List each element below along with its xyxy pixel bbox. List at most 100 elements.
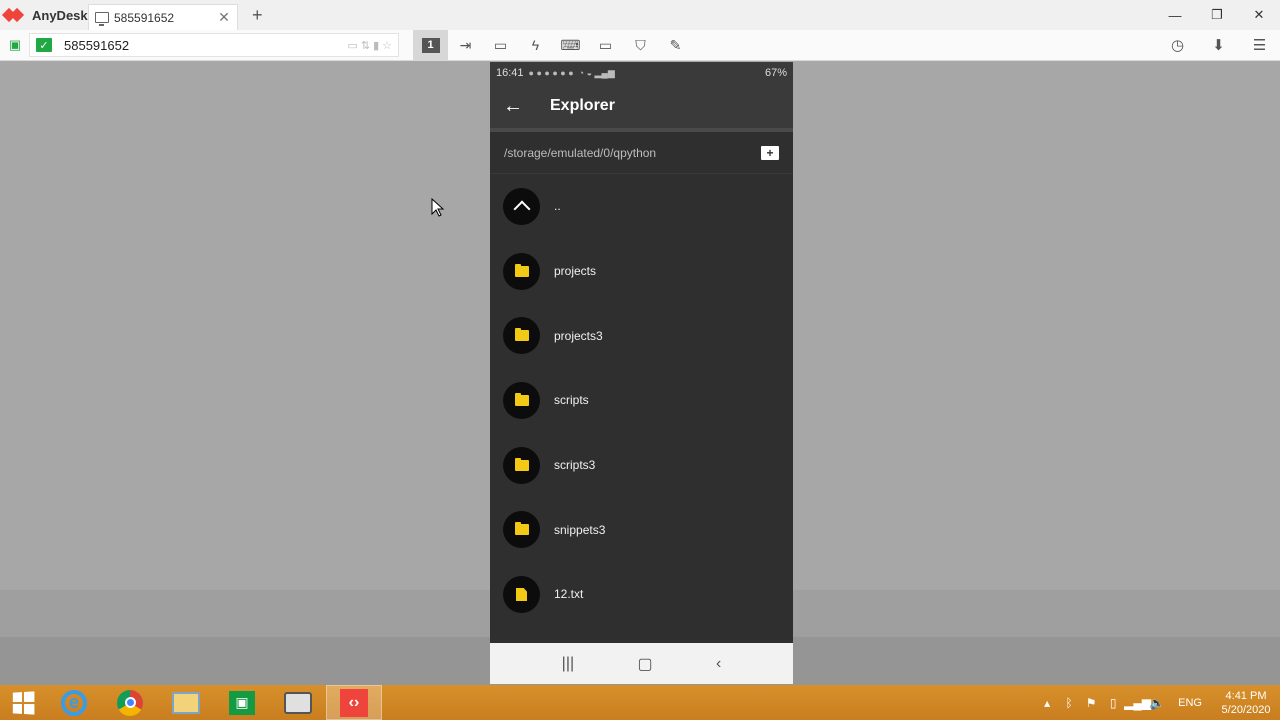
android-nav-bar: ||| ▢ ‹ [490, 643, 793, 684]
list-item-projects3[interactable]: projects3 [490, 303, 793, 368]
signal-icons: ◔ ◒ ▂▄▆ [578, 67, 615, 78]
internet-explorer-icon: e [61, 689, 87, 716]
whiteboard-pen-icon[interactable]: ✎ [658, 30, 693, 61]
folder-icon [503, 511, 540, 549]
chrome-icon [117, 689, 143, 716]
page-title: Explorer [550, 97, 615, 114]
windows-logo-icon [12, 690, 35, 715]
list-item-label: projects [554, 264, 597, 279]
volume-icon[interactable]: 🔈 [1146, 696, 1168, 710]
display-number: 1 [421, 37, 440, 53]
keyboard-icon[interactable]: ⌨ [553, 30, 588, 61]
screen-icon[interactable]: ▭ [347, 39, 357, 52]
current-path: /storage/emulated/0/qpython [504, 145, 657, 160]
status-time: 16:41 [496, 67, 524, 79]
taskbar-clock[interactable]: 4:41 PM 5/20/2020 [1212, 689, 1280, 717]
start-button[interactable] [0, 685, 46, 720]
list-item-parent[interactable]: .. [490, 174, 793, 239]
anydesk-taskbar-icon: ‹› [340, 688, 368, 717]
address-bar[interactable]: ✓ 585591652 ▭ ⇅ ▮ ☆ [29, 33, 399, 57]
home-icon[interactable]: ▢ [638, 654, 653, 674]
list-item-label: scripts [554, 393, 589, 408]
taskbar-internet-explorer[interactable]: e [46, 685, 102, 720]
network-signal-icon[interactable]: ▂▄▆ [1124, 696, 1151, 710]
share-icon[interactable]: ⇅ [361, 39, 370, 52]
toolbar-right: ◷ ⬇ ☰ [1157, 30, 1280, 61]
store-icon: ▣ [229, 690, 255, 715]
file-list: .. projects projects3 scripts scripts3 s… [490, 174, 793, 627]
actions-lightning-icon[interactable]: ϟ [518, 30, 553, 61]
parent-dir-icon [503, 187, 540, 225]
app-bar: ← Explorer [490, 84, 793, 132]
session-tab[interactable]: 585591652 ✕ [88, 4, 238, 30]
menu-hamburger-icon[interactable]: ☰ [1239, 30, 1280, 61]
input-language[interactable]: ENG [1178, 697, 1202, 709]
list-item-label: 12.txt [554, 587, 584, 602]
taskbar-video-app[interactable] [270, 685, 326, 720]
download-icon[interactable]: ⬇ [1198, 30, 1239, 61]
window-controls: — ❐ ✕ [1154, 0, 1280, 30]
recents-icon[interactable]: ||| [562, 655, 574, 673]
taskbar-store[interactable]: ▣ [214, 685, 270, 720]
new-folder-icon[interactable]: + [761, 145, 779, 160]
folder-icon [503, 446, 540, 484]
video-app-icon [284, 691, 312, 714]
battery-level: 67% [764, 67, 787, 79]
title-bar: AnyDesk 585591652 ✕ + — ❐ ✕ [0, 0, 1280, 30]
session-status-icon[interactable]: ▣ [5, 36, 25, 54]
notification-icons: ● ● ● ● ● ● [528, 68, 574, 78]
list-item-label: .. [554, 199, 561, 214]
folder-icon [503, 252, 540, 290]
close-window-icon[interactable]: ✕ [1238, 0, 1280, 30]
windows-taskbar: e ▣ ‹› ▴ ᛒ ⚑ ▯ ▂▄▆ 🔈 ENG 4:41 PM 5/20/20… [0, 685, 1280, 720]
permissions-shield-icon[interactable]: ⛉ [623, 30, 658, 61]
address-input[interactable]: 585591652 [64, 38, 347, 53]
file-explorer-icon [172, 691, 200, 714]
list-item-label: snippets3 [554, 522, 606, 537]
status-bar: 16:41 ● ● ● ● ● ● ◔ ◒ ▂▄▆ 67% [490, 62, 793, 84]
address-actions: ▭ ⇅ ▮ ☆ [347, 39, 398, 52]
app-name: AnyDesk [32, 7, 88, 23]
monitor-icon [95, 12, 109, 26]
close-tab-icon[interactable]: ✕ [217, 9, 231, 26]
list-item-label: scripts3 [554, 458, 596, 473]
list-item-scripts[interactable]: scripts [490, 368, 793, 433]
minimize-icon[interactable]: — [1154, 0, 1196, 30]
session-tab-label: 585591652 [114, 10, 175, 25]
new-tab-icon[interactable]: + [252, 5, 263, 26]
display-select-button[interactable]: 1 [413, 29, 448, 61]
anydesk-brand: AnyDesk [0, 0, 88, 30]
connected-check-icon: ✓ [36, 38, 52, 52]
list-item-label: projects3 [554, 328, 603, 343]
list-item-scripts3[interactable]: scripts3 [490, 433, 793, 498]
lock-icon[interactable]: ▮ [373, 39, 379, 52]
folder-icon [503, 381, 540, 419]
session-toolbar: ▣ ✓ 585591652 ▭ ⇅ ▮ ☆ 1 ⇥ ▭ ϟ ⌨ ▭ ⛉ ✎ ◷ … [0, 29, 1280, 61]
display-settings-icon[interactable]: ▭ [588, 30, 623, 61]
android-screen[interactable]: 16:41 ● ● ● ● ● ● ◔ ◒ ▂▄▆ 67% ← Explorer… [490, 62, 793, 684]
restore-icon[interactable]: ❐ [1196, 0, 1238, 30]
taskbar-chrome[interactable] [102, 685, 158, 720]
file-icon [503, 575, 540, 613]
taskbar-file-explorer[interactable] [158, 685, 214, 720]
file-transfer-icon[interactable]: ⇥ [448, 30, 483, 61]
anydesk-logo-icon [4, 7, 26, 23]
history-icon[interactable]: ◷ [1157, 30, 1198, 61]
list-item-12txt[interactable]: 12.txt [490, 562, 793, 627]
taskbar-anydesk[interactable]: ‹› [326, 685, 382, 720]
action-center-flag-icon[interactable]: ⚑ [1080, 696, 1102, 710]
system-tray: ▴ ᛒ ⚑ ▯ ▂▄▆ 🔈 ENG 4:41 PM 5/20/2020 [1036, 685, 1280, 720]
path-bar: /storage/emulated/0/qpython + [490, 132, 793, 174]
bluetooth-icon[interactable]: ᛒ [1058, 696, 1080, 710]
clock-date: 5/20/2020 [1221, 703, 1271, 716]
power-icon[interactable]: ▯ [1102, 696, 1124, 710]
show-hidden-icons-icon[interactable]: ▴ [1036, 696, 1058, 710]
list-item-projects[interactable]: projects [490, 239, 793, 304]
nav-back-icon[interactable]: ‹ [716, 655, 721, 673]
session-tools: 1 ⇥ ▭ ϟ ⌨ ▭ ⛉ ✎ [413, 29, 693, 61]
back-arrow-icon[interactable]: ← [490, 95, 536, 118]
list-item-snippets3[interactable]: snippets3 [490, 497, 793, 562]
chat-icon[interactable]: ▭ [483, 30, 518, 61]
favorite-star-icon[interactable]: ☆ [382, 39, 392, 52]
folder-icon [503, 317, 540, 355]
